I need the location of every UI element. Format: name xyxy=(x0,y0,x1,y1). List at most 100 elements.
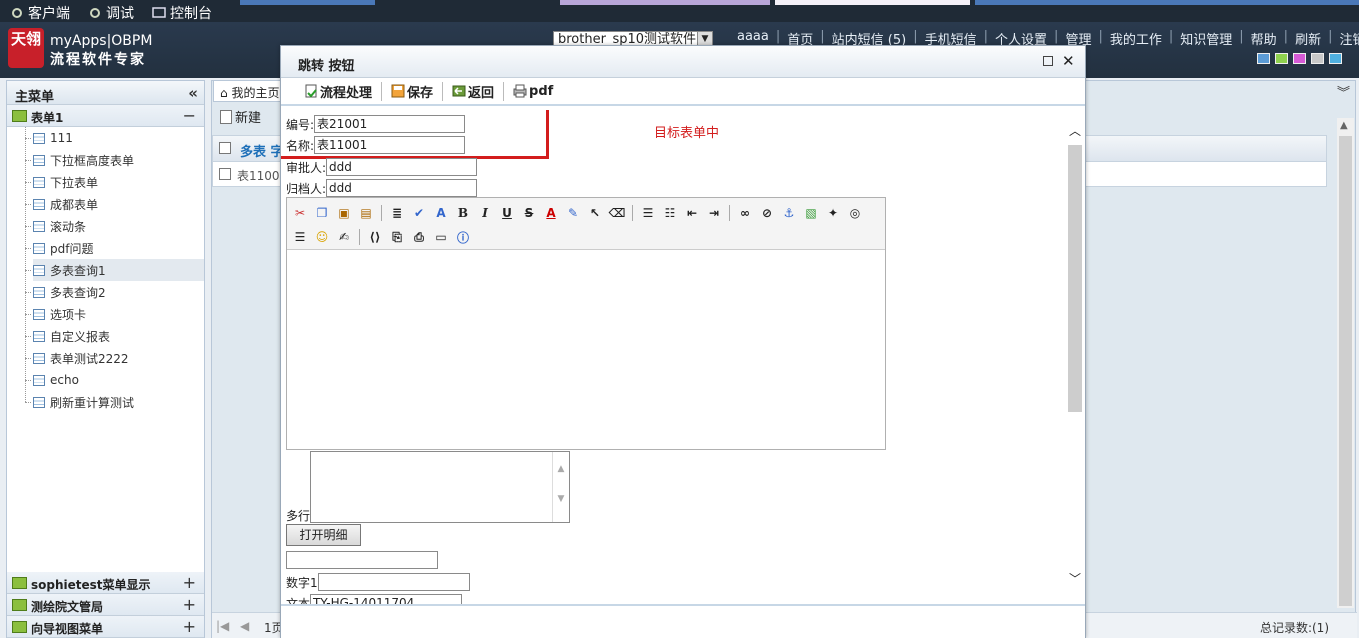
nav-help[interactable]: 帮助 xyxy=(1244,29,1284,48)
sidebar-item[interactable]: 选项卡 xyxy=(25,303,204,325)
main-scrollbar[interactable]: ▲ xyxy=(1337,118,1354,608)
edit-icon[interactable]: ✍ xyxy=(335,228,353,246)
format-icon[interactable]: ≣ xyxy=(388,204,406,222)
sidebar-item[interactable]: 下拉框高度表单 xyxy=(25,149,204,171)
maximize-icon[interactable] xyxy=(1043,56,1053,66)
emoticon-icon[interactable]: ☺ xyxy=(313,228,331,246)
double-chevron-left-icon[interactable]: « xyxy=(188,84,198,102)
expand-icon[interactable]: + xyxy=(183,595,196,614)
bold-icon[interactable]: B xyxy=(454,204,472,222)
spellcheck-icon[interactable]: ✔ xyxy=(410,204,428,222)
nav-knowledge[interactable]: 知识管理 xyxy=(1173,29,1239,48)
menu-group-wizard[interactable]: 向导视图菜单 + xyxy=(7,616,204,638)
close-icon[interactable]: ✕ xyxy=(1062,52,1075,70)
sidebar-item[interactable]: 多表查询1 xyxy=(25,259,204,281)
row-checkbox[interactable] xyxy=(219,168,231,180)
pdf-button[interactable]: pdf xyxy=(504,84,562,99)
preview-icon[interactable]: ⎘ xyxy=(388,228,406,246)
approver-input[interactable]: ddd xyxy=(326,158,478,176)
flash-icon[interactable]: ✦ xyxy=(824,204,842,222)
sidebar-item[interactable]: 111 xyxy=(25,127,204,149)
align-icon[interactable]: ☰ xyxy=(639,204,657,222)
new-button[interactable]: 新建 xyxy=(220,107,261,126)
process-button[interactable]: 流程处理 xyxy=(295,81,383,101)
cut-icon[interactable]: ✂ xyxy=(291,204,309,222)
menu-group-form1[interactable]: 表单1 − xyxy=(7,105,204,127)
font-size-icon[interactable]: A xyxy=(432,204,450,222)
list-icon[interactable]: ☷ xyxy=(661,204,679,222)
horizontal-rule-icon[interactable]: ☰ xyxy=(291,228,309,246)
about-icon[interactable]: ⓘ xyxy=(454,228,472,246)
sidebar-item[interactable]: 下拉表单 xyxy=(25,171,204,193)
dialog-titlebar[interactable]: 跳转 按钮 ✕ xyxy=(281,46,1085,78)
chevron-up-icon[interactable]: ︿ xyxy=(1069,122,1081,139)
dialog-scrollbar[interactable]: ︿ ﹀ xyxy=(1067,110,1084,604)
expand-icon[interactable]: + xyxy=(183,573,196,592)
sidebar-item[interactable]: 成都表单 xyxy=(25,193,204,215)
textarea-scrollbar[interactable]: ▲ ▼ xyxy=(552,452,569,522)
select-all-checkbox[interactable] xyxy=(219,142,231,154)
indent-icon[interactable]: ⇥ xyxy=(705,204,723,222)
theme-swatch[interactable] xyxy=(1275,53,1288,64)
menu-group-sophietest[interactable]: sophietest菜单显示 + xyxy=(7,572,204,594)
sidebar-item[interactable]: 刷新重计算测试 xyxy=(25,391,204,413)
unlink-icon[interactable]: ⊘ xyxy=(758,204,776,222)
sidebar-item[interactable]: 表单测试2222 xyxy=(25,347,204,369)
paste-icon[interactable]: ▣ xyxy=(335,204,353,222)
scrollbar-thumb[interactable] xyxy=(1068,145,1082,412)
double-chevron-down-icon[interactable]: ︾ xyxy=(1337,82,1350,101)
select-icon[interactable]: ↖ xyxy=(586,204,604,222)
name-input[interactable]: 表11001 xyxy=(314,136,466,154)
debug-button[interactable]: 调试 xyxy=(88,3,134,23)
open-detail-button[interactable]: 打开明细 xyxy=(286,524,361,546)
sidebar-item[interactable]: 自定义报表 xyxy=(25,325,204,347)
blank-input[interactable] xyxy=(286,551,438,569)
media-icon[interactable]: ◎ xyxy=(846,204,864,222)
print-icon[interactable]: ⎙ xyxy=(410,228,428,246)
theme-swatch[interactable] xyxy=(1257,53,1270,64)
form-icon xyxy=(33,396,45,408)
italic-icon[interactable]: I xyxy=(476,204,494,222)
console-button[interactable]: 控制台 xyxy=(152,3,212,23)
sidebar-item[interactable]: 多表查询2 xyxy=(25,281,204,303)
scrollbar-thumb[interactable] xyxy=(1339,136,1352,606)
sidebar-item[interactable]: echo xyxy=(25,369,204,391)
expand-icon[interactable]: + xyxy=(183,617,196,636)
theme-swatch[interactable] xyxy=(1311,53,1324,64)
strikethrough-icon[interactable]: S xyxy=(520,204,538,222)
paste-text-icon[interactable]: ▤ xyxy=(357,204,375,222)
font-color-icon[interactable]: A xyxy=(542,204,560,222)
collapse-icon[interactable]: − xyxy=(183,106,196,125)
first-page-icon[interactable]: |◀ xyxy=(216,619,229,633)
multiline-textarea[interactable]: ▲ ▼ xyxy=(310,451,570,523)
eraser-icon[interactable]: ⌫ xyxy=(608,204,626,222)
source-icon[interactable]: ⟨⟩ xyxy=(366,228,384,246)
nav-refresh[interactable]: 刷新 xyxy=(1288,29,1328,48)
grid-column-header[interactable]: 多表 字 xyxy=(240,145,284,160)
outdent-icon[interactable]: ⇤ xyxy=(683,204,701,222)
anchor-icon[interactable]: ⚓ xyxy=(780,204,798,222)
client-button[interactable]: 客户端 xyxy=(10,3,70,23)
text-input[interactable]: TY-HG-14011704 xyxy=(310,594,463,604)
return-button[interactable]: 返回 xyxy=(443,81,505,101)
nav-logout[interactable]: 注销 xyxy=(1332,29,1359,48)
code-input[interactable]: 表21001 xyxy=(314,115,466,133)
theme-swatch[interactable] xyxy=(1293,53,1306,64)
underline-icon[interactable]: U xyxy=(498,204,516,222)
prev-page-icon[interactable]: ◀ xyxy=(240,619,249,633)
archiver-input[interactable]: ddd xyxy=(326,179,478,197)
image-icon[interactable]: ▧ xyxy=(802,204,820,222)
chevron-down-icon[interactable]: ﹀ xyxy=(1069,570,1081,587)
fullscreen-icon[interactable]: ▭ xyxy=(432,228,450,246)
theme-swatch[interactable] xyxy=(1329,53,1342,64)
sidebar-item[interactable]: pdf问题 xyxy=(25,237,204,259)
copy-icon[interactable]: ❐ xyxy=(313,204,331,222)
nav-my-work[interactable]: 我的工作 xyxy=(1103,29,1169,48)
save-button[interactable]: 保存 xyxy=(382,81,444,101)
highlight-color-icon[interactable]: ✎ xyxy=(564,204,582,222)
number-input[interactable] xyxy=(317,573,470,591)
menu-group-survey[interactable]: 测绘院文管局 + xyxy=(7,594,204,616)
sidebar-item[interactable]: 滚动条 xyxy=(25,215,204,237)
link-icon[interactable]: ∞ xyxy=(736,204,754,222)
editor-content[interactable] xyxy=(287,250,885,449)
